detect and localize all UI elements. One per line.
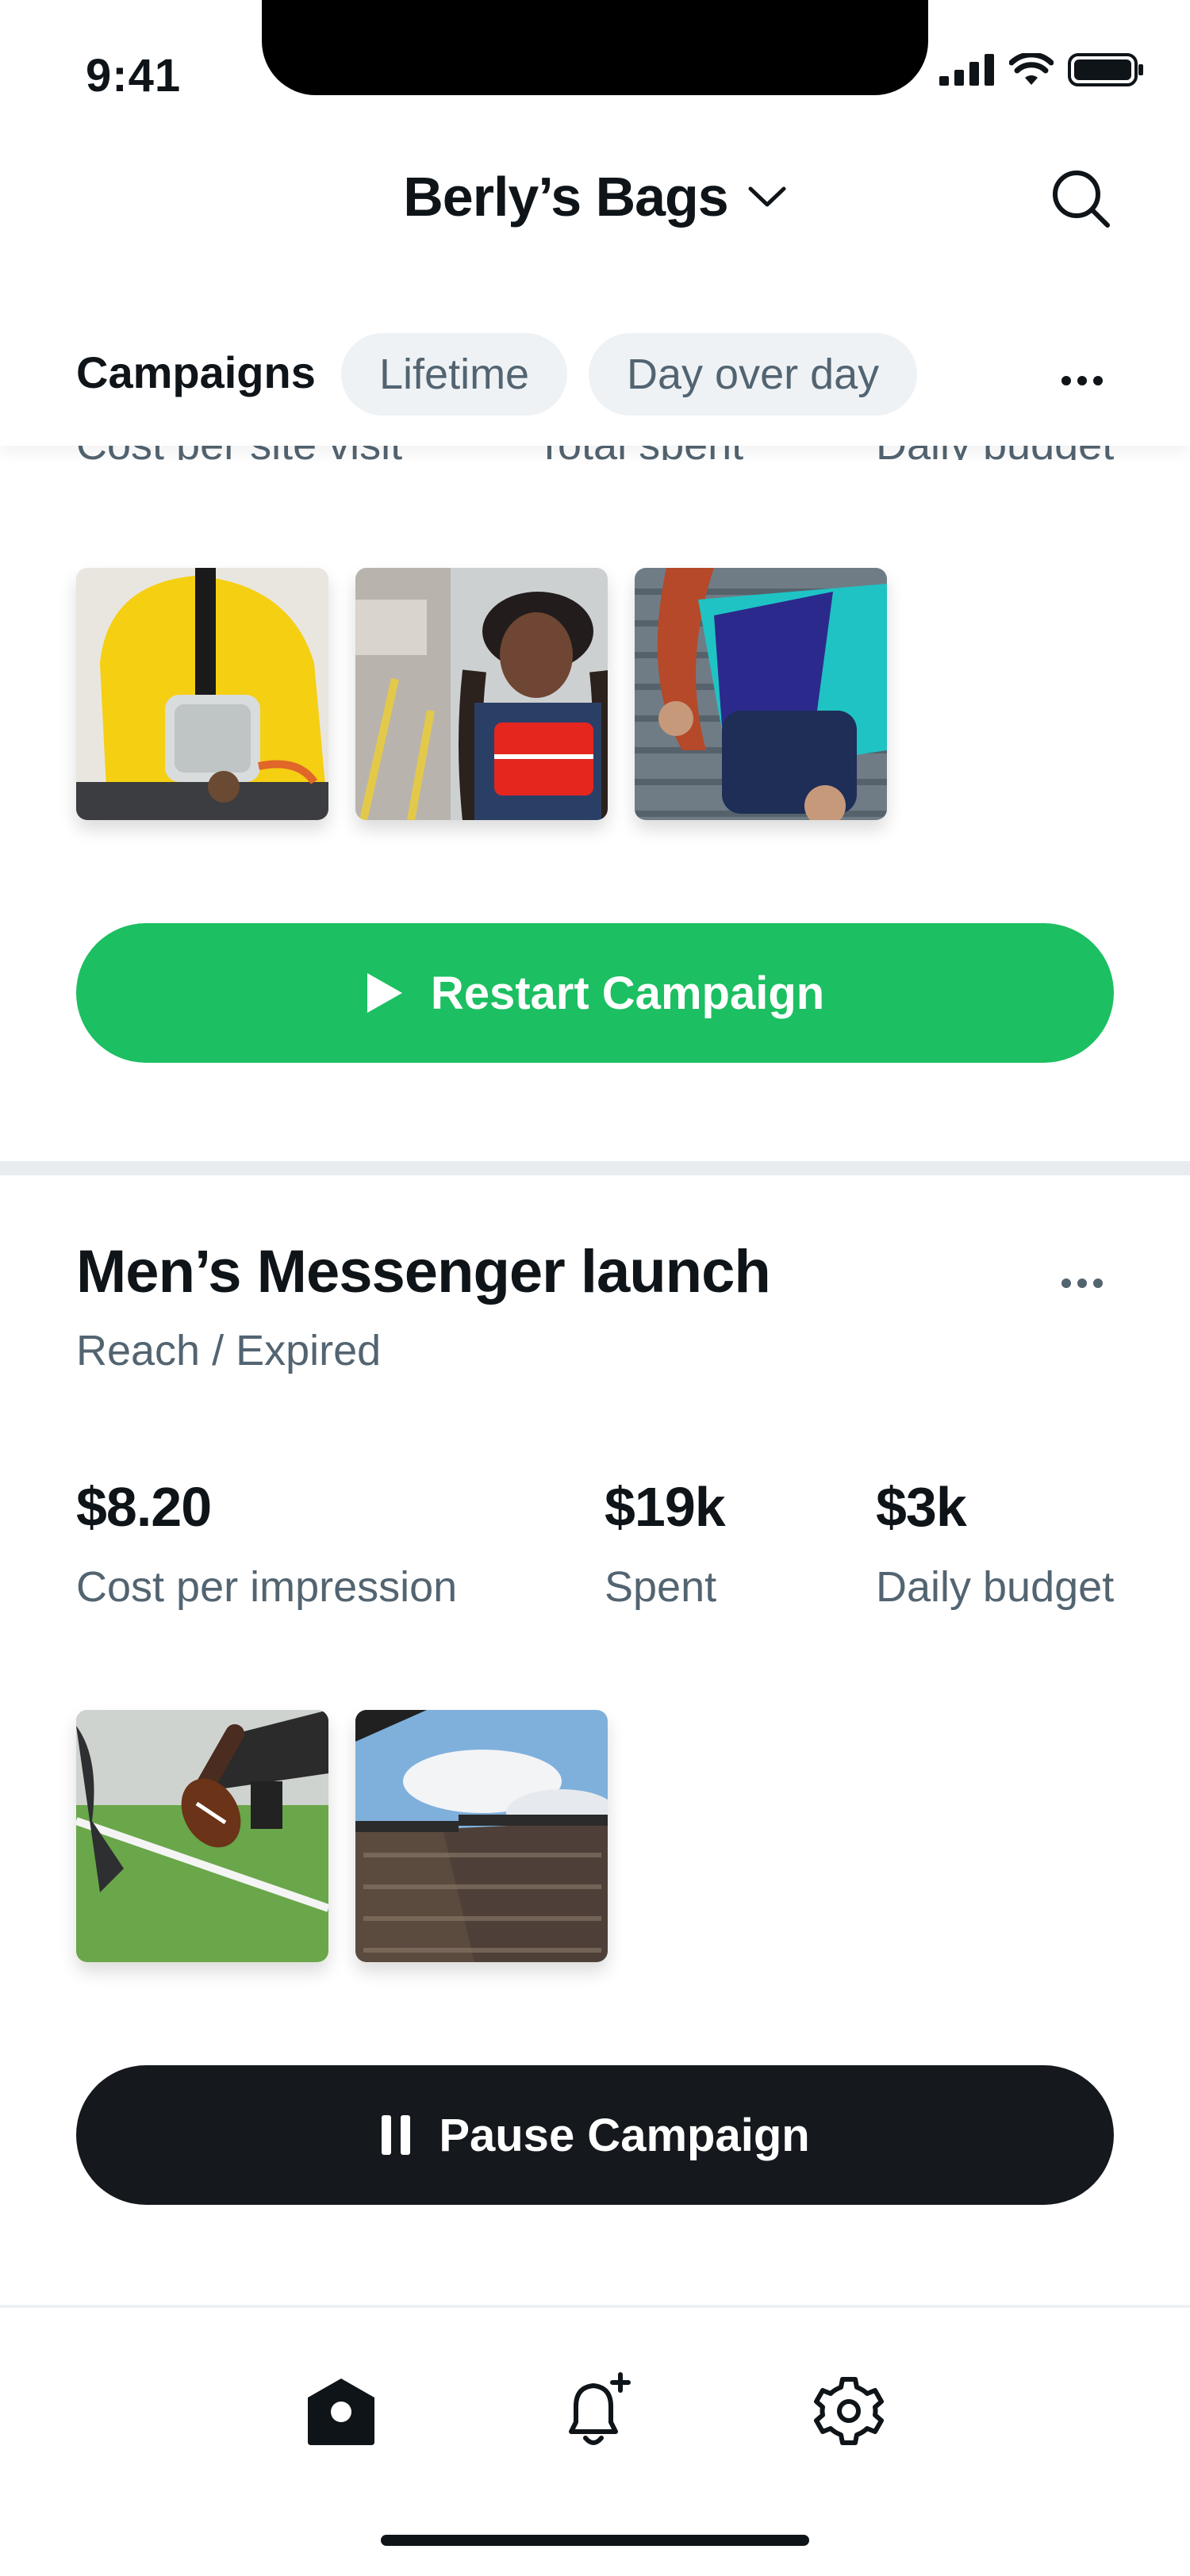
nav-settings[interactable] <box>809 2371 889 2451</box>
play-icon <box>367 973 402 1013</box>
home-indicator <box>381 2535 809 2546</box>
gear-icon <box>814 2377 884 2445</box>
stat-value: $19k <box>605 1476 726 1538</box>
account-switcher[interactable]: Berly’s Bags <box>0 165 1190 228</box>
previous-campaign-creatives <box>76 568 887 820</box>
lifetime-filter-chip[interactable]: Lifetime <box>341 333 568 416</box>
creative-thumbnail-yellow-hoodie[interactable] <box>76 568 328 820</box>
bell-plus-icon <box>569 2372 631 2445</box>
stat-label: Cost per impression <box>76 1563 458 1611</box>
search-icon <box>1053 171 1110 228</box>
account-name: Berly’s Bags <box>403 166 729 228</box>
more-options-button[interactable] <box>1050 357 1114 404</box>
status-bar: 9:41 <box>0 0 1190 127</box>
restart-campaign-button[interactable]: Restart Campaign <box>76 923 1114 1063</box>
signal-icon <box>939 54 994 86</box>
more-icon-dot <box>1077 1278 1087 1288</box>
chevron-down-icon <box>748 186 786 207</box>
app-header: Berly’s Bags <box>0 127 1190 309</box>
device-notch <box>262 0 928 95</box>
creative-thumbnail-red-chest-bag[interactable] <box>355 568 608 820</box>
campaign-status: Reach / Expired <box>76 1327 382 1374</box>
creative-thumbnail-football[interactable] <box>76 1710 328 1962</box>
more-icon <box>1061 376 1071 385</box>
more-icon-dot <box>1093 376 1103 385</box>
nav-home[interactable] <box>301 2371 381 2451</box>
stat-label: Daily budget <box>876 1563 1115 1611</box>
stat-cost-per-impression: $8.20 Cost per impression <box>76 1475 457 1612</box>
home-icon <box>308 2379 374 2445</box>
search-button[interactable] <box>1047 165 1114 232</box>
status-icons <box>939 52 1144 87</box>
more-icon <box>1061 1278 1071 1288</box>
more-icon-dot <box>1077 376 1087 385</box>
more-icon-dot <box>1093 1278 1103 1288</box>
stat-value: $3k <box>876 1476 967 1538</box>
wifi-icon <box>1009 53 1054 85</box>
restart-campaign-label: Restart Campaign <box>430 967 825 1019</box>
stat-label: Spent <box>605 1563 717 1611</box>
day-over-day-filter-chip[interactable]: Day over day <box>589 333 918 416</box>
battery-icon <box>1068 53 1143 86</box>
stat-spent: $19k Spent <box>605 1475 726 1612</box>
pause-campaign-button[interactable]: Pause Campaign <box>76 2065 1114 2205</box>
pause-campaign-label: Pause Campaign <box>439 2109 810 2161</box>
status-time: 9:41 <box>86 50 182 102</box>
nav-notifications[interactable] <box>555 2371 635 2451</box>
creative-thumbnail-blue-jacket[interactable] <box>635 568 887 820</box>
section-divider <box>0 1161 1190 1175</box>
pause-icon <box>382 2115 411 2155</box>
campaign-creatives <box>76 1710 608 1962</box>
campaigns-heading: Campaigns <box>76 347 316 397</box>
campaign-more-options-button[interactable] <box>1050 1259 1114 1307</box>
stat-value: $8.20 <box>76 1476 212 1538</box>
campaign-title: Men’s Messenger launch <box>76 1238 771 1305</box>
stat-daily-budget: $3k Daily budget <box>876 1475 1114 1612</box>
campaigns-tab-row: Campaigns Lifetime Day over day <box>0 309 1190 446</box>
creative-thumbnail-stadium[interactable] <box>355 1710 608 1962</box>
